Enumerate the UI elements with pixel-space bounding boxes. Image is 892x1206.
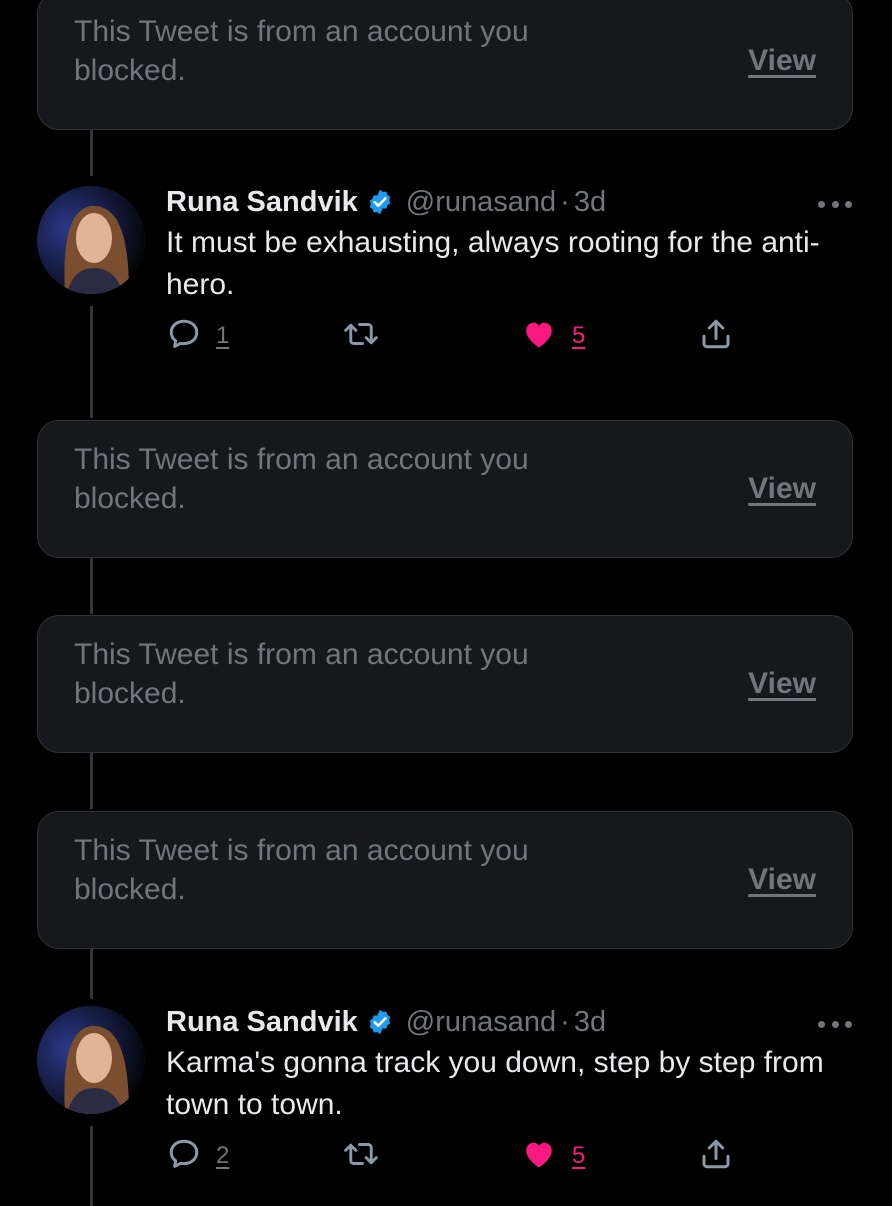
retweet-button[interactable] bbox=[342, 1136, 380, 1176]
verified-icon bbox=[366, 1008, 394, 1036]
share-icon bbox=[698, 1136, 734, 1177]
tweet-header: Runa Sandvik @runasand · 3d bbox=[166, 184, 606, 220]
more-icon[interactable] bbox=[818, 190, 852, 218]
like-button[interactable]: 5 bbox=[520, 1136, 585, 1176]
view-button[interactable]: View bbox=[748, 812, 816, 948]
blocked-tweet-card: This Tweet is from an account you blocke… bbox=[37, 0, 853, 130]
tweet[interactable]: Runa Sandvik @runasand · 3d It must be e… bbox=[0, 186, 892, 386]
tweet-actions: 2 5 bbox=[166, 1136, 766, 1176]
tweet[interactable]: Runa Sandvik @runasand · 3d Karma's gonn… bbox=[0, 1006, 892, 1206]
separator: · bbox=[560, 185, 570, 218]
tweet-text: It must be exhausting, always rooting fo… bbox=[166, 226, 820, 301]
thread-line bbox=[90, 949, 93, 999]
tweet-actions: 1 5 bbox=[166, 316, 766, 356]
more-icon[interactable] bbox=[818, 1010, 852, 1038]
separator: · bbox=[560, 1005, 570, 1038]
timestamp[interactable]: 3d bbox=[574, 186, 606, 219]
tweet-text: Karma's gonna track you down, step by st… bbox=[166, 1046, 824, 1121]
timestamp[interactable]: 3d bbox=[574, 1006, 606, 1039]
avatar[interactable] bbox=[37, 1006, 145, 1114]
avatar[interactable] bbox=[37, 186, 145, 294]
like-count[interactable]: 5 bbox=[572, 322, 585, 350]
thread-line bbox=[90, 558, 93, 614]
like-count[interactable]: 5 bbox=[572, 1142, 585, 1170]
author-name[interactable]: Runa Sandvik bbox=[166, 1006, 358, 1039]
reply-button[interactable]: 1 bbox=[166, 316, 229, 356]
author-name[interactable]: Runa Sandvik bbox=[166, 186, 358, 219]
verified-icon bbox=[366, 188, 394, 216]
view-button[interactable]: View bbox=[748, 421, 816, 557]
view-button[interactable]: View bbox=[748, 0, 816, 129]
reply-count[interactable]: 2 bbox=[216, 1142, 229, 1170]
reply-count[interactable]: 1 bbox=[216, 322, 229, 350]
heart-icon bbox=[520, 316, 558, 357]
share-button[interactable] bbox=[698, 1136, 734, 1176]
reply-icon bbox=[166, 1136, 202, 1177]
share-button[interactable] bbox=[698, 316, 734, 356]
tweet-header: Runa Sandvik @runasand · 3d bbox=[166, 1004, 606, 1040]
blocked-message: This Tweet is from an account you blocke… bbox=[74, 638, 529, 710]
blocked-tweet-card: This Tweet is from an account you blocke… bbox=[37, 811, 853, 949]
share-icon bbox=[698, 316, 734, 357]
blocked-tweet-card: This Tweet is from an account you blocke… bbox=[37, 615, 853, 753]
blocked-tweet-card: This Tweet is from an account you blocke… bbox=[37, 420, 853, 558]
author-handle[interactable]: @runasand bbox=[406, 186, 556, 219]
view-button[interactable]: View bbox=[748, 616, 816, 752]
blocked-message: This Tweet is from an account you blocke… bbox=[74, 15, 529, 87]
like-button[interactable]: 5 bbox=[520, 316, 585, 356]
retweet-icon bbox=[342, 316, 380, 357]
retweet-icon bbox=[342, 1136, 380, 1177]
author-handle[interactable]: @runasand bbox=[406, 1006, 556, 1039]
thread-line bbox=[90, 753, 93, 809]
blocked-message: This Tweet is from an account you blocke… bbox=[74, 834, 529, 906]
retweet-button[interactable] bbox=[342, 316, 380, 356]
reply-icon bbox=[166, 316, 202, 357]
reply-button[interactable]: 2 bbox=[166, 1136, 229, 1176]
heart-icon bbox=[520, 1136, 558, 1177]
thread-line bbox=[90, 130, 93, 176]
blocked-message: This Tweet is from an account you blocke… bbox=[74, 443, 529, 515]
